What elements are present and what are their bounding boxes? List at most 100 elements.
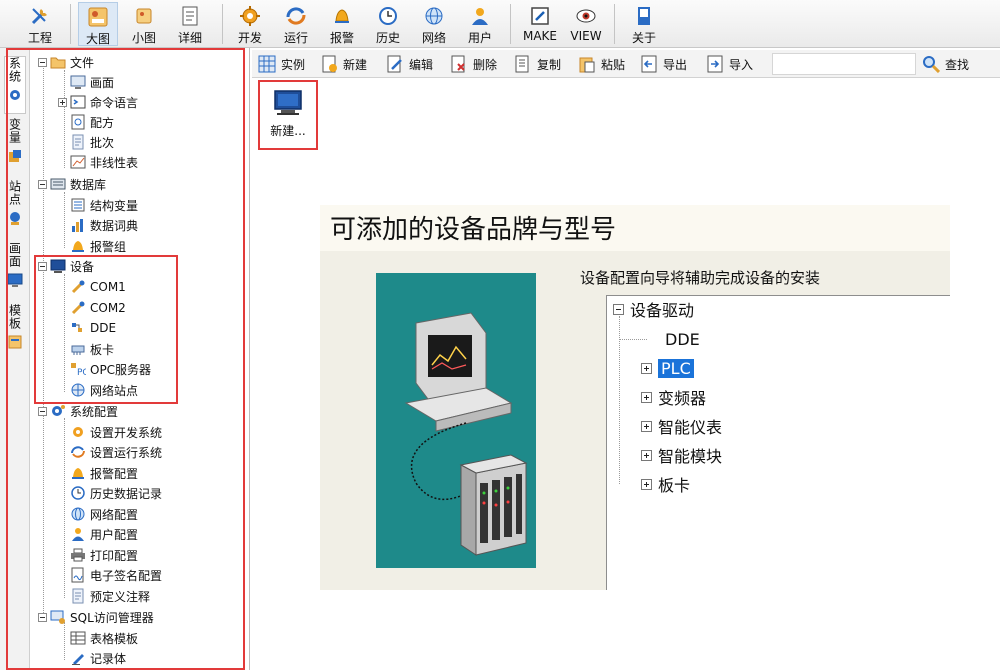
tree-node-file[interactable]: 文件	[38, 52, 94, 72]
copy-button[interactable]: 复制	[514, 53, 561, 75]
toolbar-network-button[interactable]: 网络	[414, 2, 454, 46]
toolbar-separator	[510, 4, 511, 44]
collapse-toggle[interactable]	[38, 612, 47, 622]
toolbar-make-button[interactable]: MAKE	[518, 2, 562, 46]
tree-item-table-template[interactable]: 表格模板	[70, 628, 138, 648]
tree-item-predefined-notes[interactable]: 预定义注释	[70, 586, 150, 606]
tree-item-label: 报警配置	[90, 466, 139, 481]
tree-item-screen[interactable]: 画面	[70, 72, 114, 92]
driver-node-label: 智能仪表	[658, 418, 723, 437]
tree-item-esign-config[interactable]: 电子签名配置	[70, 565, 162, 585]
driver-node-board[interactable]: 板卡	[641, 473, 690, 495]
vtab-system[interactable]: 系统	[4, 56, 26, 114]
tree-item-struct-variable[interactable]: 结构变量	[70, 195, 138, 215]
tree-item-history-record[interactable]: 历史数据记录	[70, 483, 162, 503]
tree-item-label: OPC服务器	[90, 362, 152, 377]
vtab-station[interactable]: 站点	[4, 180, 26, 238]
toolbar-separator	[614, 4, 615, 44]
collapse-toggle[interactable]	[613, 303, 624, 315]
opc-icon: PC	[70, 361, 89, 378]
toolbar-label: 用户	[467, 31, 492, 45]
expand-toggle[interactable]	[641, 420, 652, 432]
screen-icon	[70, 74, 86, 90]
import-button[interactable]: 导入	[706, 53, 753, 75]
toolbar-history-button[interactable]: 历史	[368, 2, 408, 46]
toolbar-alarm-button[interactable]: 报警	[322, 2, 362, 46]
delete-button[interactable]: 删除	[450, 53, 497, 75]
bell-icon	[331, 5, 353, 27]
toolbar-run-button[interactable]: 运行	[276, 2, 316, 46]
toolbar-project-button[interactable]: 工程	[22, 2, 58, 46]
vtab-template[interactable]: 模板	[4, 304, 26, 362]
tree-item-label: 用户配置	[90, 527, 139, 542]
tree-item-com2[interactable]: COM2	[70, 298, 126, 318]
collapse-toggle[interactable]	[38, 261, 47, 271]
toolbar-label: 导入	[729, 57, 754, 72]
edit-button[interactable]: 编辑	[386, 53, 433, 75]
driver-node-dde[interactable]: DDE	[665, 328, 700, 350]
expand-toggle[interactable]	[58, 97, 67, 107]
driver-node-smart-module[interactable]: 智能模块	[641, 444, 722, 466]
driver-node-inverter[interactable]: 变频器	[641, 386, 706, 408]
tree-item-label: 配方	[90, 115, 115, 130]
tree-item-network-config[interactable]: 网络配置	[70, 504, 138, 524]
tree-node-sql-manager[interactable]: SQL访问管理器	[38, 607, 154, 627]
tree-node-system-config[interactable]: 系统配置	[38, 401, 118, 421]
expand-toggle[interactable]	[641, 478, 652, 490]
tree-node-label: 设备	[70, 259, 95, 274]
vtab-screen[interactable]: 画面	[4, 242, 26, 300]
toolbar-develop-button[interactable]: 开发	[230, 2, 270, 46]
toolbar-small-icons-button[interactable]: 小图	[124, 2, 164, 46]
toolbar-separator	[222, 4, 223, 44]
tree-item-command-language[interactable]: 命令语言	[58, 92, 138, 112]
toolbar-label: 报警	[329, 31, 354, 45]
tree-item-run-settings[interactable]: 设置运行系统	[70, 442, 162, 462]
instance-button[interactable]: 实例	[258, 53, 305, 75]
expand-toggle[interactable]	[641, 362, 652, 374]
tree-item-label: 记录体	[90, 651, 127, 666]
toolbar-about-button[interactable]: 关于	[624, 2, 664, 46]
expand-toggle[interactable]	[641, 391, 652, 403]
driver-node-smart-meter[interactable]: 智能仪表	[641, 415, 722, 437]
tree-item-recordset[interactable]: 记录体	[70, 648, 126, 668]
search-input[interactable]	[772, 53, 916, 75]
tree-item-com1[interactable]: COM1	[70, 277, 126, 297]
tree-item-dev-settings[interactable]: 设置开发系统	[70, 422, 162, 442]
toolbar-user-button[interactable]: 用户	[460, 2, 500, 46]
tree-node-database[interactable]: 数据库	[38, 174, 106, 194]
tree-item-network-station[interactable]: 网络站点	[70, 380, 138, 400]
tree-item-alarm-group[interactable]: 报警组	[70, 236, 126, 256]
export-button[interactable]: 导出	[640, 53, 687, 75]
toolbar-view-button[interactable]: VIEW	[566, 2, 606, 46]
tree-item-recipe[interactable]: 配方	[70, 112, 114, 132]
tree-item-batch[interactable]: 批次	[70, 132, 114, 152]
tree-item-user-config[interactable]: 用户配置	[70, 524, 138, 544]
collapse-toggle[interactable]	[38, 179, 47, 189]
vtab-variable[interactable]: 变量	[4, 118, 26, 176]
tree-item-nonlinear-table[interactable]: 非线性表	[70, 152, 138, 172]
toolbar-large-icons-button[interactable]: 大图	[78, 2, 118, 46]
collapse-toggle[interactable]	[38, 57, 47, 67]
expand-toggle[interactable]	[641, 449, 652, 461]
new-button[interactable]: 新建	[320, 53, 367, 75]
tree-item-data-dictionary[interactable]: 数据词典	[70, 215, 138, 235]
driver-node-plc[interactable]: PLC	[641, 357, 694, 379]
new-item-card[interactable]: 新建...	[258, 80, 318, 150]
tree-item-opc-server[interactable]: PC OPC服务器	[70, 359, 151, 379]
driver-node-label: PLC	[658, 358, 694, 378]
tree-guide-line	[43, 66, 44, 621]
tree-item-alarm-config[interactable]: 报警配置	[70, 463, 138, 483]
find-button[interactable]: 查找	[922, 53, 969, 75]
tree-item-dde[interactable]: DDE	[70, 318, 116, 338]
tree-item-print-config[interactable]: 打印配置	[70, 545, 138, 565]
collapse-toggle[interactable]	[38, 406, 47, 416]
template-icon	[7, 334, 23, 350]
toolbar-details-button[interactable]: 详细	[170, 2, 210, 46]
tree-node-device-driver[interactable]: 设备驱动	[613, 298, 694, 320]
tree-item-board[interactable]: 板卡	[70, 339, 114, 359]
toolbar-label: 详细	[177, 31, 202, 45]
edit-icon	[529, 5, 551, 27]
paste-button[interactable]: 粘贴	[578, 53, 625, 75]
toolbar-label: 关于	[631, 31, 656, 45]
tree-node-device[interactable]: 设备	[38, 256, 94, 276]
